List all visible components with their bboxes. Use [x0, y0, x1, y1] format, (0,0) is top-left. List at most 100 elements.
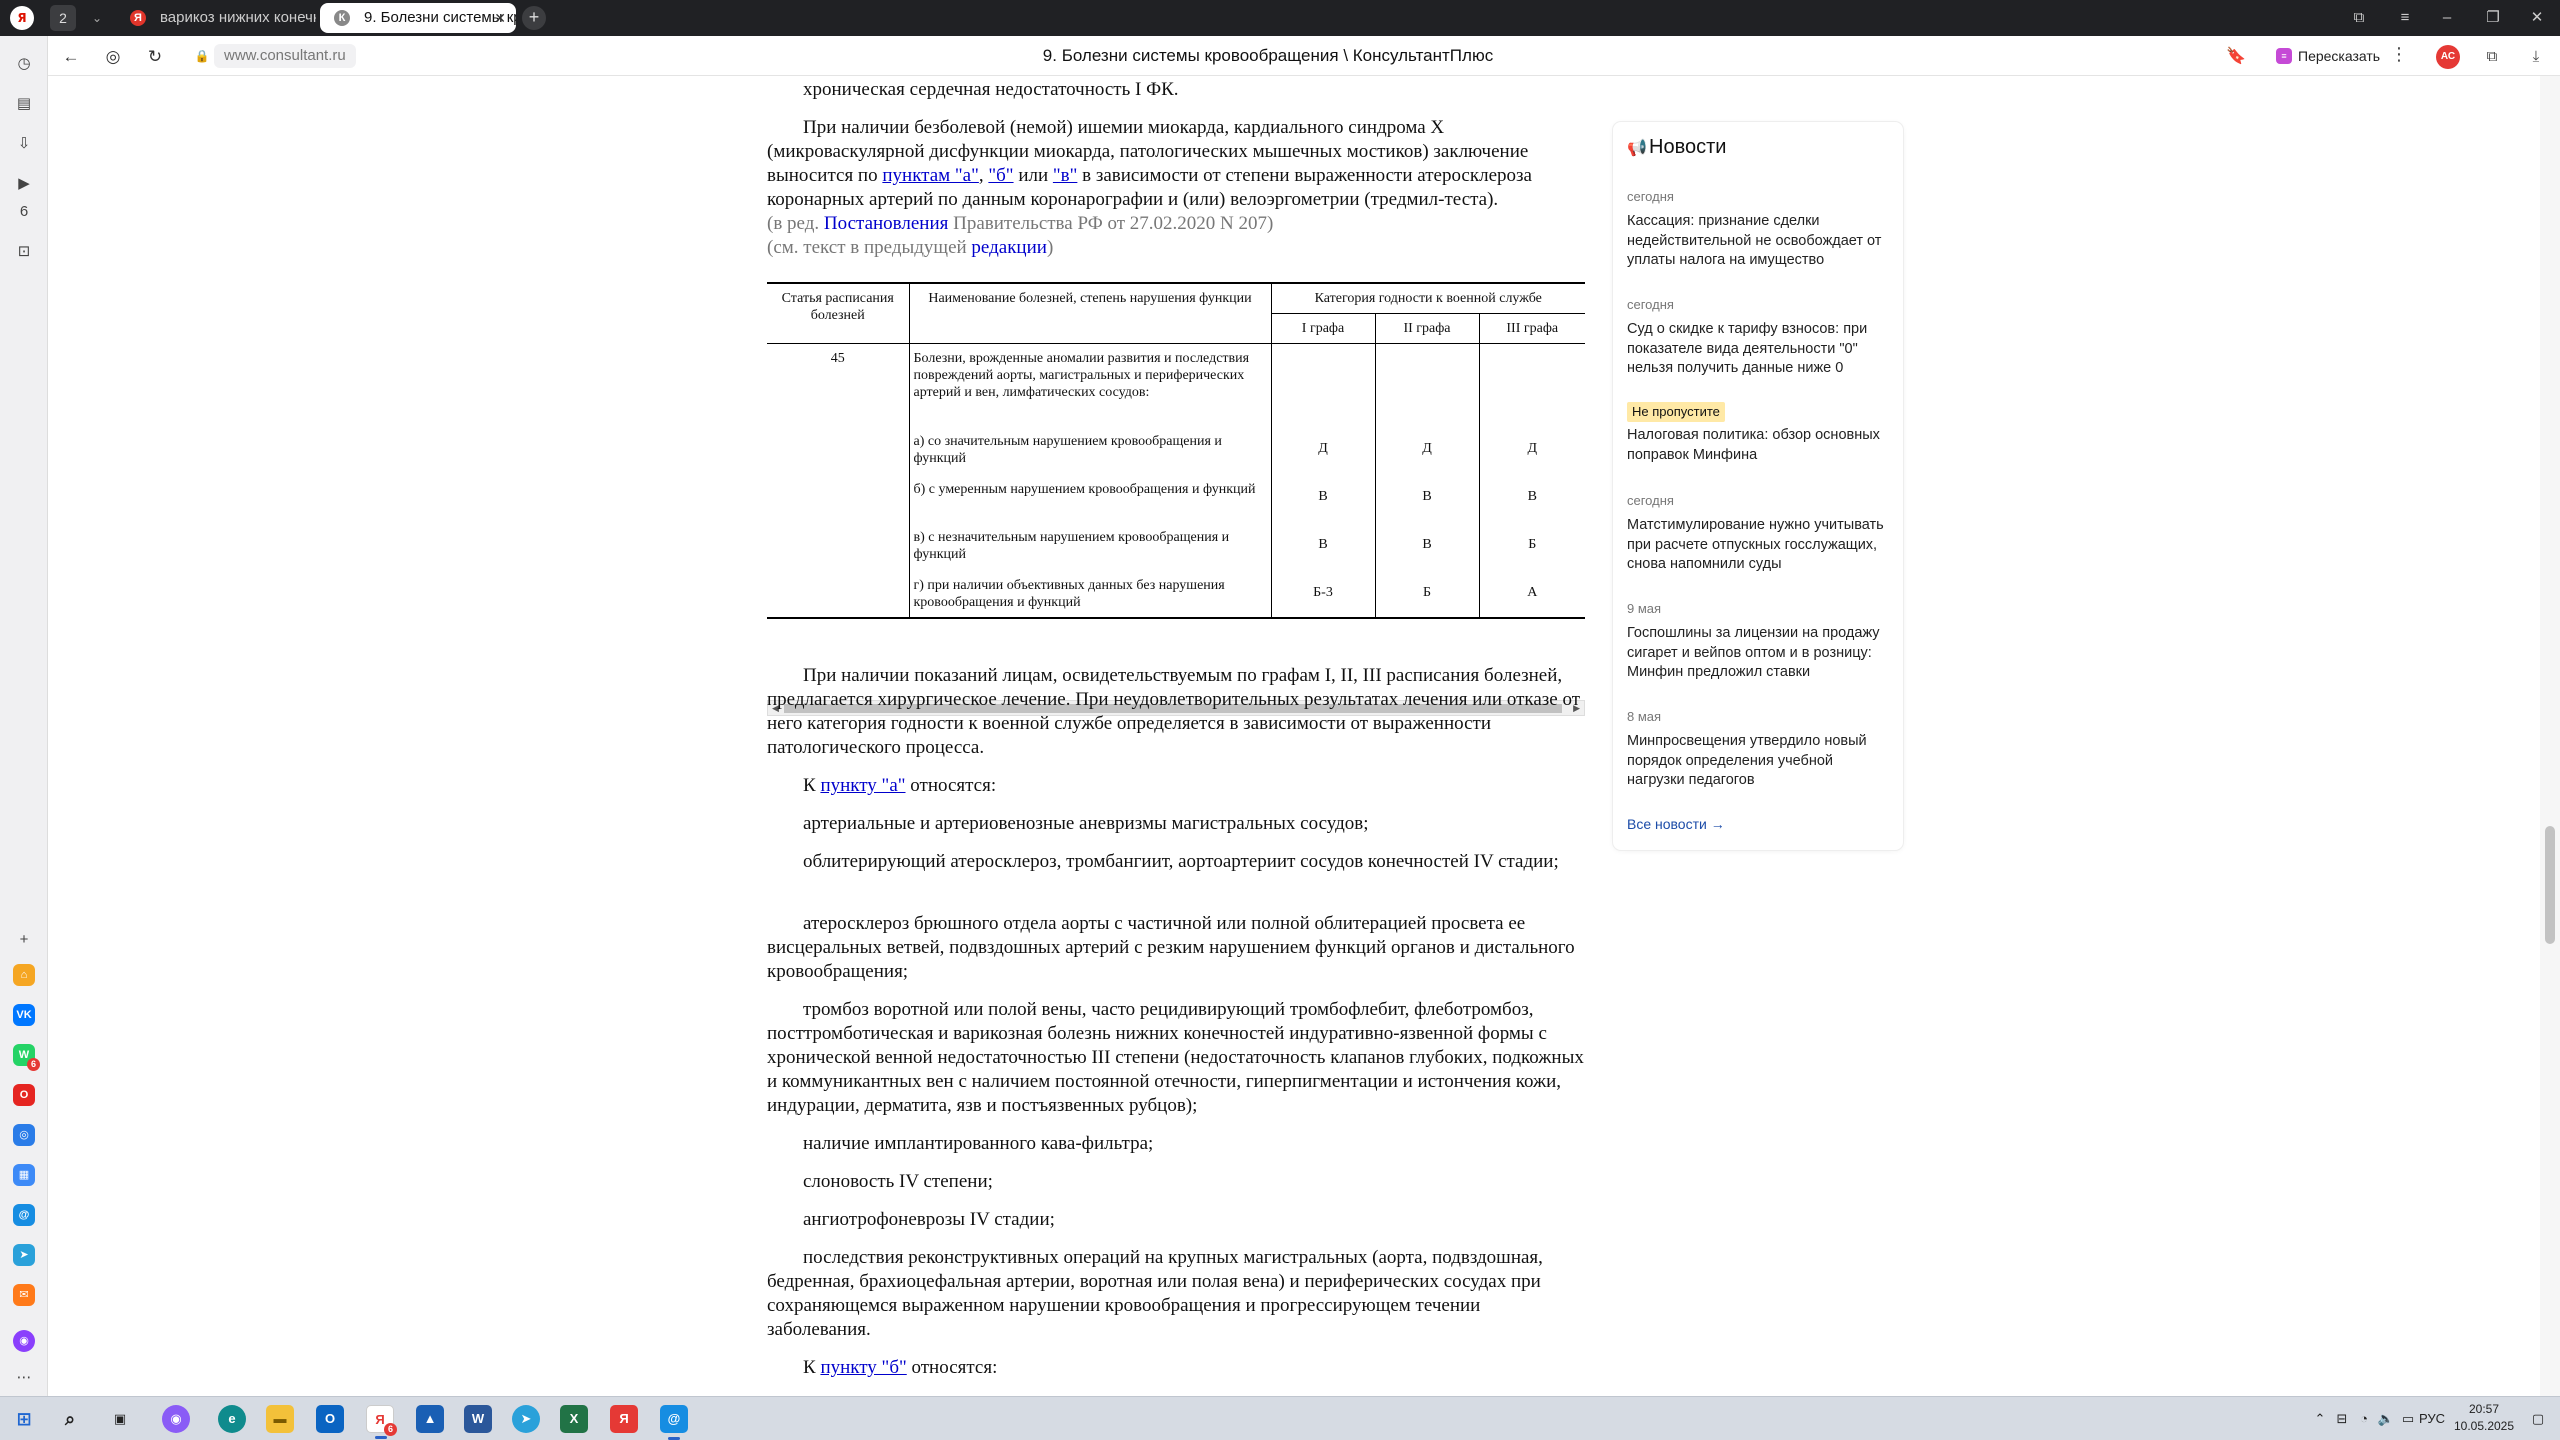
outlook-icon[interactable]: O: [316, 1405, 344, 1433]
cell-value: А: [1478, 573, 1585, 619]
list-item: тромбоз воротной или полой вены, часто р…: [767, 999, 1584, 1116]
tab-varikoz[interactable]: Я варикоз нижних конечнос: [116, 3, 316, 33]
excel-icon[interactable]: X: [560, 1405, 588, 1433]
task-view-icon[interactable]: ▣: [106, 1405, 134, 1433]
yandex-browser-logo-icon[interactable]: Я: [10, 6, 34, 30]
video-icon[interactable]: ▶: [12, 172, 36, 196]
text: К: [803, 775, 821, 796]
profile-avatar[interactable]: АС: [2436, 45, 2460, 69]
all-news-link[interactable]: Все новости →: [1627, 816, 1725, 832]
news-item[interactable]: Не пропустите Налоговая политика: обзор …: [1627, 402, 1889, 465]
telegram-icon[interactable]: ➤: [13, 1244, 35, 1266]
alice-taskbar-icon[interactable]: ◉: [162, 1405, 190, 1433]
link-punkt-v[interactable]: "в": [1053, 165, 1077, 186]
reload-button[interactable]: ↻: [142, 44, 168, 70]
extensions-icon[interactable]: ⧉: [2480, 45, 2504, 69]
retell-label: Пересказать: [2298, 48, 2381, 64]
news-text[interactable]: Минпросвещения утвердило новый порядок о…: [1627, 732, 1889, 791]
news-item[interactable]: 8 мая Минпросвещения утвердило новый пор…: [1627, 708, 1889, 791]
link-punktu-b[interactable]: пункту "б": [820, 1357, 906, 1378]
scrollbar-thumb[interactable]: [2545, 826, 2555, 944]
cell: [1374, 343, 1480, 430]
news-item[interactable]: 9 мая Госпошлины за лицензии на продажу …: [1627, 600, 1889, 683]
table-row: а) со значительным нарушением кровообращ…: [767, 429, 1585, 478]
news-text[interactable]: Матстимулирование нужно учитывать при ра…: [1627, 516, 1889, 575]
news-text[interactable]: Кассация: признание сделки недействитель…: [1627, 212, 1889, 271]
link-redaktsii[interactable]: редакции: [971, 237, 1047, 258]
downloads-icon[interactable]: ⤓: [2524, 45, 2548, 69]
six-icon[interactable]: 6: [12, 200, 36, 224]
vk-icon[interactable]: VK: [13, 1004, 35, 1026]
notifications-icon[interactable]: ▢: [2524, 1397, 2552, 1440]
disease-schedule-table: Статья расписания болезней Наименование …: [767, 282, 1585, 619]
news-text[interactable]: Суд о скидке к тарифу взносов: при показ…: [1627, 320, 1889, 379]
lock-icon[interactable]: 🔒: [192, 46, 212, 66]
alice-icon[interactable]: ◉: [13, 1330, 35, 1352]
opera-icon[interactable]: O: [13, 1084, 35, 1106]
mail-ru-icon[interactable]: @: [13, 1204, 35, 1226]
search-icon[interactable]: ⌕: [56, 1405, 84, 1433]
more-icon[interactable]: ⋯: [12, 1366, 36, 1390]
back-button[interactable]: ←: [58, 44, 84, 70]
history-icon[interactable]: ◷: [12, 52, 36, 76]
system-clock[interactable]: 20:57 10.05.2025: [2448, 1401, 2520, 1435]
close-tab-icon[interactable]: ✕: [494, 3, 506, 33]
new-tab-button[interactable]: +: [522, 6, 546, 30]
minimize-icon[interactable]: –: [2424, 0, 2470, 36]
downloads-icon[interactable]: ⇩: [12, 132, 36, 156]
telegram-taskbar-icon[interactable]: ➤: [512, 1405, 540, 1433]
news-text[interactable]: Госпошлины за лицензии на продажу сигаре…: [1627, 624, 1889, 683]
link-punkt-a[interactable]: пунктам "а": [882, 165, 979, 186]
edge-icon[interactable]: e: [218, 1405, 246, 1433]
apps-grid-icon[interactable]: ▦: [13, 1164, 35, 1186]
page-vertical-scrollbar[interactable]: [2540, 76, 2560, 1396]
cell-value: Б: [1478, 525, 1585, 574]
app-photo-icon[interactable]: ▲: [416, 1405, 444, 1433]
table-row: 45 Болезни, врожденные аномалии развития…: [767, 343, 1585, 430]
paragraph: При наличии показаний лицам, освидетельс…: [767, 665, 1581, 758]
menu-icon[interactable]: ≡: [2382, 0, 2428, 36]
header-article: Статья расписания болезней: [767, 282, 910, 344]
cell-value: Д: [1270, 429, 1376, 478]
header-col-2: II графа: [1374, 313, 1480, 344]
whatsapp-icon[interactable]: W6: [13, 1044, 40, 1071]
retell-button[interactable]: ≡ Пересказать: [2270, 43, 2390, 69]
collections-icon[interactable]: ⧉: [2336, 0, 2382, 36]
tab-consultant[interactable]: К 9. Болезни системы кро ✕: [320, 3, 516, 33]
tab-count-button[interactable]: 2: [50, 5, 76, 31]
url-field[interactable]: www.consultant.ru: [214, 44, 356, 68]
tray-chevron-up-icon[interactable]: ⌃: [2310, 1397, 2330, 1440]
protect-icon[interactable]: ◎: [100, 44, 126, 70]
restore-icon[interactable]: ❐: [2470, 0, 2516, 36]
bookmark-icon[interactable]: 🔖: [2226, 46, 2246, 66]
notes-icon[interactable]: ▤: [12, 92, 36, 116]
network-icon[interactable]: ⊟: [2332, 1397, 2352, 1440]
add-app-icon[interactable]: +: [12, 928, 36, 952]
volume-icon[interactable]: 🔈: [2376, 1397, 2396, 1440]
windows-taskbar: ⊞ ⌕ ▣ ◉ e ▬ O Я6 ▲ W ➤ X Я @ ⌃ ⊟ ◔ 🔈 ▭ Р…: [0, 1396, 2560, 1440]
yandex-disk-icon[interactable]: ⌂: [13, 964, 35, 986]
chevron-down-icon[interactable]: ⌄: [84, 5, 110, 31]
paragraph: К пункту "б" относятся:: [767, 1356, 1585, 1380]
close-window-icon[interactable]: ✕: [2514, 0, 2560, 36]
yandex-icon[interactable]: Я: [610, 1405, 638, 1433]
link-postanovleniya[interactable]: Постановления: [824, 213, 948, 234]
windows-start-icon[interactable]: ⊞: [10, 1405, 38, 1433]
link-punkt-b[interactable]: "б": [988, 165, 1013, 186]
app-blue-icon[interactable]: ◎: [13, 1124, 35, 1146]
yandex-browser-taskbar-icon[interactable]: Я6: [366, 1405, 397, 1439]
mail-taskbar-icon[interactable]: @: [660, 1405, 688, 1440]
more-options-icon[interactable]: ⋮: [2390, 44, 2408, 65]
mail-orange-icon[interactable]: ✉: [13, 1284, 35, 1306]
news-text[interactable]: Налоговая политика: обзор основных попра…: [1627, 426, 1889, 465]
news-item[interactable]: сегодня Матстимулирование нужно учитыват…: [1627, 492, 1889, 575]
word-icon[interactable]: W: [464, 1405, 492, 1433]
wifi-icon[interactable]: ◔: [2354, 1397, 2374, 1440]
screenshot-icon[interactable]: ⊡: [12, 240, 36, 264]
news-item[interactable]: сегодня Кассация: признание сделки недей…: [1627, 188, 1889, 271]
news-item[interactable]: сегодня Суд о скидке к тарифу взносов: п…: [1627, 296, 1889, 379]
text: (в ред.: [767, 213, 824, 234]
file-explorer-icon[interactable]: ▬: [266, 1405, 294, 1433]
input-language[interactable]: РУС: [2414, 1397, 2450, 1440]
link-punktu-a[interactable]: пункту "а": [820, 775, 905, 796]
